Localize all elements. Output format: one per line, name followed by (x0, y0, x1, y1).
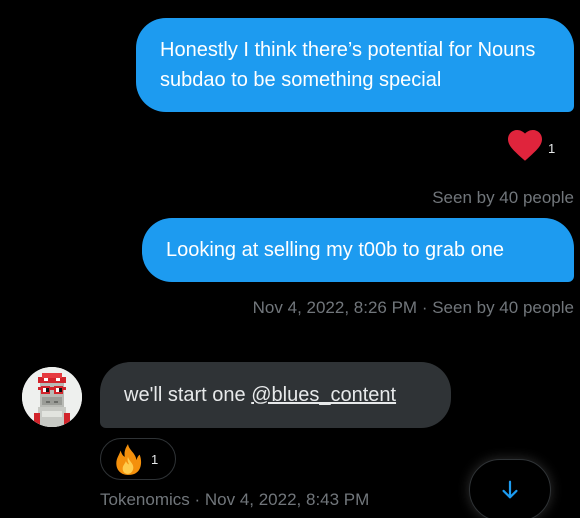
incoming-message-bubble[interactable]: we'll start one @blues_content (100, 362, 451, 428)
fire-icon (116, 444, 142, 475)
meta-separator: · (189, 490, 205, 509)
outgoing-message-bubble[interactable]: Looking at selling my t00b to grab one (142, 218, 574, 282)
outgoing-message-bubble[interactable]: Honestly I think there’s potential for N… (136, 18, 574, 112)
message-timestamp: Nov 4, 2022, 8:43 PM (204, 490, 370, 509)
message-meta: Tokenomics · Nov 4, 2022, 8:43 PM (100, 490, 369, 510)
seen-status: Seen by 40 people (432, 298, 574, 317)
heart-reaction[interactable]: 1 (506, 126, 564, 164)
pixel-avatar (22, 367, 82, 427)
scroll-to-bottom-button[interactable] (469, 459, 551, 518)
message-timestamp: Nov 4, 2022, 8:26 PM (252, 298, 418, 317)
message-text: we'll start one (124, 384, 252, 406)
reaction-count: 1 (548, 140, 556, 156)
heart-icon (508, 130, 542, 161)
mention-link[interactable]: @blues_content (251, 384, 396, 406)
message-text: Looking at selling my t00b to grab one (166, 239, 504, 261)
dm-conversation: Honestly I think there’s potential for N… (0, 0, 580, 518)
message-meta: Nov 4, 2022, 8:26 PM · Seen by 40 people (253, 298, 574, 318)
meta-separator: · (417, 298, 433, 317)
sender-name[interactable]: Tokenomics (100, 490, 190, 509)
message-text: Honestly I think there’s potential for N… (160, 39, 536, 91)
reaction-count: 1 (151, 451, 159, 467)
sender-avatar[interactable] (22, 367, 82, 427)
fire-reaction[interactable]: 1 (100, 438, 176, 480)
seen-status: Seen by 40 people (432, 188, 574, 207)
arrow-down-icon (502, 480, 518, 499)
